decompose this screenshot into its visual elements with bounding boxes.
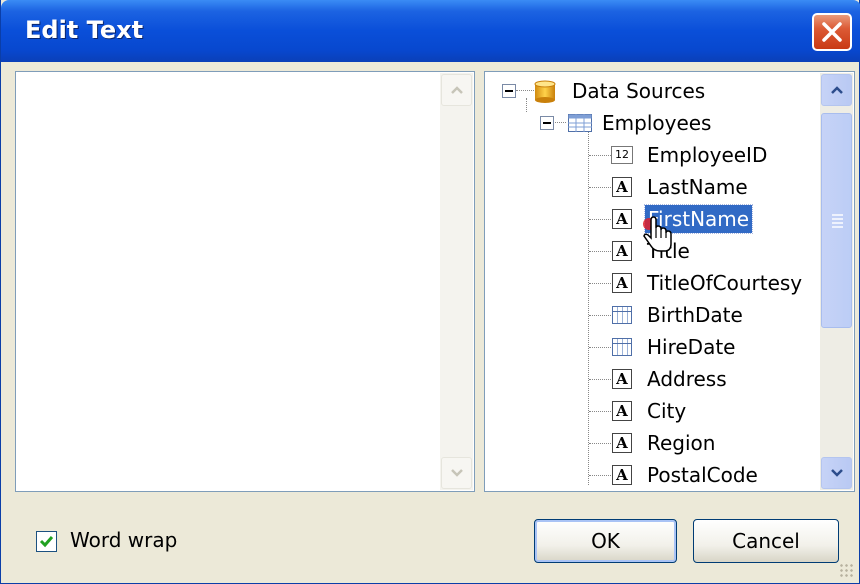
number-field-icon: 12: [611, 146, 633, 164]
tree-line: [589, 315, 611, 316]
chevron-up-icon: [831, 86, 843, 94]
field-label: EmployeeID: [647, 143, 768, 167]
tree-line: [589, 379, 611, 380]
tree-node-label: Data Sources: [572, 79, 706, 103]
chevron-down-icon: [451, 469, 463, 477]
checkmark-icon: [39, 536, 54, 548]
field-label: Region: [647, 431, 716, 455]
text-field-icon: A: [612, 177, 632, 197]
text-field-icon: A: [612, 241, 632, 261]
tree-line: [589, 347, 611, 348]
text-field-icon: A: [612, 465, 632, 485]
date-field-icon: [612, 306, 632, 324]
tree-line: [589, 187, 611, 188]
field-label: LastName: [647, 175, 748, 199]
text-field-icon: A: [612, 209, 632, 229]
chevron-up-icon: [451, 86, 463, 94]
tree-line: [589, 283, 611, 284]
tree-line: [589, 155, 611, 156]
chevron-down-icon: [831, 469, 843, 477]
tree-line: [589, 475, 611, 476]
grip-icon: [832, 214, 843, 216]
tree-line: [526, 98, 527, 112]
tree-line: [589, 251, 611, 252]
database-icon: [534, 80, 556, 103]
editor-scroll-up-button[interactable]: [441, 74, 472, 106]
data-tree[interactable]: Data Sources Employees 12 EmployeeID A L…: [484, 71, 855, 492]
field-label: Address: [647, 367, 727, 391]
field-label: TitleOfCourtesy: [647, 271, 803, 295]
tree-scroll-up-button[interactable]: [821, 74, 852, 106]
text-field-icon: A: [612, 369, 632, 389]
collapse-data-sources-toggle[interactable]: [502, 84, 516, 98]
text-editor[interactable]: [15, 71, 475, 492]
tree-line: [589, 219, 611, 220]
text-field-icon: A: [612, 433, 632, 453]
text-field-icon: A: [612, 401, 632, 421]
hand-cursor-icon: [643, 216, 672, 252]
tree-line: [588, 130, 589, 485]
tree-node-label: Employees: [602, 111, 712, 135]
cancel-button[interactable]: Cancel: [693, 519, 839, 563]
tree-scrollbar[interactable]: [820, 73, 853, 490]
editor-scroll-down-button[interactable]: [441, 457, 472, 489]
edit-text-dialog: Edit Text Data Sources Employees 12 Empl…: [0, 0, 860, 584]
close-button[interactable]: [812, 13, 852, 51]
tree-line: [589, 443, 611, 444]
tree-line: [589, 411, 611, 412]
field-label: City: [647, 399, 687, 423]
word-wrap-checkbox[interactable]: [36, 531, 57, 552]
tree-line: [516, 90, 534, 91]
dialog-title: Edit Text: [25, 16, 144, 44]
field-label: PostalCode: [647, 463, 758, 487]
field-label: BirthDate: [647, 303, 743, 327]
table-icon: [568, 114, 592, 132]
tree-scroll-thumb[interactable]: [821, 113, 852, 328]
editor-scrollbar[interactable]: [440, 73, 473, 490]
close-icon: [822, 22, 842, 42]
tree-scroll-down-button[interactable]: [821, 457, 852, 489]
field-label: HireDate: [647, 335, 736, 359]
ok-button[interactable]: OK: [534, 519, 677, 563]
text-field-icon: A: [612, 273, 632, 293]
collapse-employees-toggle[interactable]: [540, 116, 554, 130]
word-wrap-label[interactable]: Word wrap: [70, 528, 177, 552]
title-bar[interactable]: Edit Text: [1, 0, 860, 62]
resize-grip-icon[interactable]: [839, 563, 855, 579]
date-field-icon: [612, 338, 632, 356]
